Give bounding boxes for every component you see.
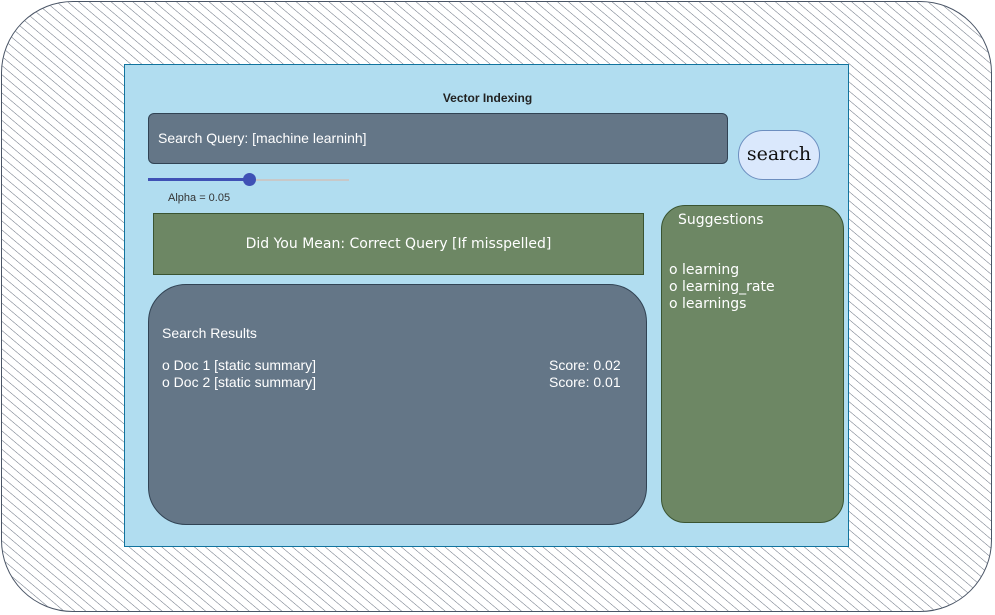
suggestion-item[interactable]: o learning [669, 262, 739, 279]
panel-title: Vector Indexing [442, 91, 533, 105]
result-name: o Doc 2 [static summary] [162, 374, 317, 390]
search-results-box: Search Results o Doc 1 [static summary] … [148, 284, 647, 525]
result-score: Score: 0.02 [549, 357, 621, 373]
did-you-mean-box: Did You Mean: Correct Query [If misspell… [153, 213, 644, 275]
suggestion-item[interactable]: o learning_rate [669, 279, 775, 296]
suggestion-item[interactable]: o learnings [669, 296, 746, 313]
result-row[interactable]: o Doc 1 [static summary] Score: 0.02 [162, 357, 622, 374]
result-name: o Doc 1 [static summary] [162, 357, 317, 373]
alpha-label: Alpha = 0.05 [168, 192, 231, 204]
alpha-slider[interactable] [148, 173, 350, 187]
result-score: Score: 0.01 [549, 374, 621, 390]
suggestions-title: Suggestions [678, 212, 764, 228]
slider-fill [148, 178, 249, 181]
search-query-input[interactable]: Search Query: [machine learninh] [148, 113, 728, 164]
vector-indexing-panel: Vector Indexing Search Query: [machine l… [124, 64, 849, 547]
slider-knob[interactable] [243, 173, 256, 186]
result-row[interactable]: o Doc 2 [static summary] Score: 0.01 [162, 374, 622, 391]
suggestions-box: Suggestions o learning o learning_rate o… [661, 205, 844, 523]
results-title: Search Results [162, 325, 257, 341]
search-button[interactable]: search [738, 130, 820, 180]
